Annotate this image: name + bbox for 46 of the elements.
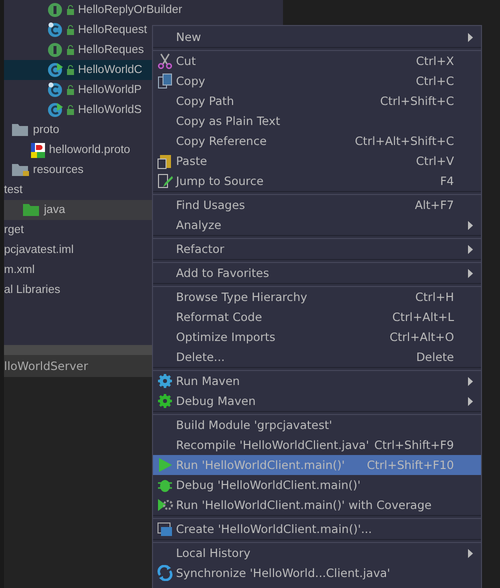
menu-item[interactable]: Copy Reference Ctrl+Alt+Shift+C <box>153 131 481 151</box>
menu-item[interactable]: Optimize Imports Ctrl+Alt+O <box>153 327 481 347</box>
padlock-icon <box>67 25 74 35</box>
class-icon <box>47 22 63 38</box>
class-icon <box>47 82 63 98</box>
copy-icon <box>156 73 172 89</box>
play-icon <box>156 457 172 473</box>
sync-icon <box>156 565 172 581</box>
bug-icon <box>156 477 172 493</box>
gear-icon <box>156 373 172 389</box>
menu-item[interactable]: Paste Ctrl+V <box>153 151 481 171</box>
gear-icon <box>156 393 172 409</box>
menu-item[interactable]: Recompile 'HelloWorldClient.java' Ctrl+Shift+F9 <box>153 435 481 455</box>
pencil-icon <box>156 173 172 189</box>
padlock-icon <box>67 65 74 75</box>
menu-item[interactable]: Reformat Code Ctrl+Alt+L <box>153 307 481 327</box>
padlock-icon <box>67 5 74 15</box>
padlock-icon <box>67 85 74 95</box>
class-icon <box>47 102 63 118</box>
padlock-icon <box>67 105 74 115</box>
folder-icon <box>12 124 29 136</box>
menu-item[interactable]: New <box>153 27 481 47</box>
window-icon <box>156 521 172 537</box>
folder-icon <box>12 164 29 176</box>
menu-item[interactable]: Refactor <box>153 239 481 259</box>
tree-item[interactable]: HelloReplyOrBuilder <box>4 0 283 20</box>
menu-item[interactable]: Debug 'HelloWorldClient.main()' <box>153 475 481 495</box>
menu-item[interactable]: Run 'HelloWorldClient.main()' with Coverage <box>153 495 481 515</box>
menu-item[interactable]: Browse Type Hierarchy Ctrl+H <box>153 287 481 307</box>
folder-icon <box>23 204 40 216</box>
menu-item[interactable]: Add to Favorites <box>153 263 481 283</box>
file-icon <box>31 142 45 158</box>
play-icon <box>156 497 172 513</box>
menu-item[interactable]: Copy as Plain Text <box>153 111 481 131</box>
menu-item[interactable]: Create 'HelloWorldClient.main()'... <box>153 519 481 539</box>
paste-icon <box>156 153 172 169</box>
menu-item[interactable]: Local History <box>153 543 481 563</box>
menu-item[interactable]: Build Module 'grpcjavatest' <box>153 415 481 435</box>
menu-item[interactable]: Debug Maven <box>153 391 481 411</box>
padlock-icon <box>67 45 74 55</box>
menu-item[interactable]: Copy Path Ctrl+Shift+C <box>153 91 481 111</box>
scissors-icon <box>156 53 172 69</box>
class-icon <box>47 62 63 78</box>
interface-icon <box>47 42 63 58</box>
menu-item[interactable]: Jump to Source F4 <box>153 171 481 191</box>
menu-item[interactable]: Synchronize 'HelloWorld...Client.java' <box>153 563 481 583</box>
